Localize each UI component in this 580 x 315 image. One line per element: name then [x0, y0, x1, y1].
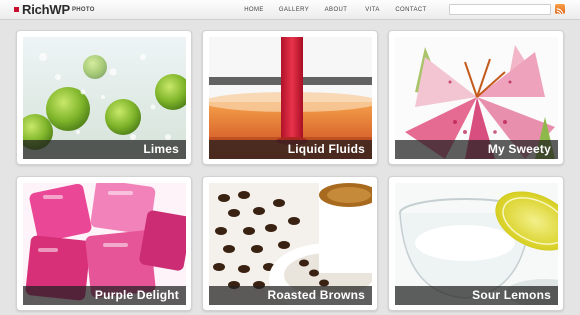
gallery-card-purple-delight[interactable]: Purple Delight — [16, 176, 192, 311]
nav-vita[interactable]: VITA — [356, 6, 389, 16]
my-sweety-photo: My Sweety — [395, 37, 558, 159]
card-caption-limes: Limes — [23, 140, 186, 159]
site-brand-subtitle: PHOTO — [72, 7, 95, 13]
nav-contact[interactable]: CONTACT — [389, 6, 433, 16]
search-input[interactable] — [449, 4, 551, 15]
logo-square-icon — [14, 7, 19, 12]
gallery-card-limes[interactable]: Limes — [16, 30, 192, 165]
rss-icon[interactable] — [555, 4, 565, 14]
roasted-browns-photo: Roasted Browns — [209, 183, 372, 305]
card-caption-purple-delight: Purple Delight — [23, 286, 186, 305]
card-caption-roasted-browns: Roasted Browns — [209, 286, 372, 305]
card-caption-liquid-fluids: Liquid Fluids — [209, 140, 372, 159]
gallery-card-roasted-browns[interactable]: Roasted Browns — [202, 176, 378, 311]
site-brand[interactable]: RichWP — [22, 2, 70, 18]
gallery-card-sour-lemons[interactable]: Sour Lemons — [388, 176, 564, 311]
nav-home[interactable]: HOME — [236, 6, 272, 16]
nav-about[interactable]: ABOUT — [316, 6, 356, 16]
sour-lemons-photo: Sour Lemons — [395, 183, 558, 305]
liquid-fluids-photo: Liquid Fluids — [209, 37, 372, 159]
main-nav: HOME GALLERY ABOUT VITA CONTACT — [236, 6, 433, 16]
card-caption-sour-lemons: Sour Lemons — [395, 286, 558, 305]
purple-delight-photo: Purple Delight — [23, 183, 186, 305]
card-caption-my-sweety: My Sweety — [395, 140, 558, 159]
gallery-card-my-sweety[interactable]: My Sweety — [388, 30, 564, 165]
nav-gallery[interactable]: GALLERY — [272, 6, 316, 16]
site-header: RichWP PHOTO HOME GALLERY ABOUT VITA CON… — [0, 0, 580, 20]
limes-photo: Limes — [23, 37, 186, 159]
gallery-card-liquid-fluids[interactable]: Liquid Fluids — [202, 30, 378, 165]
